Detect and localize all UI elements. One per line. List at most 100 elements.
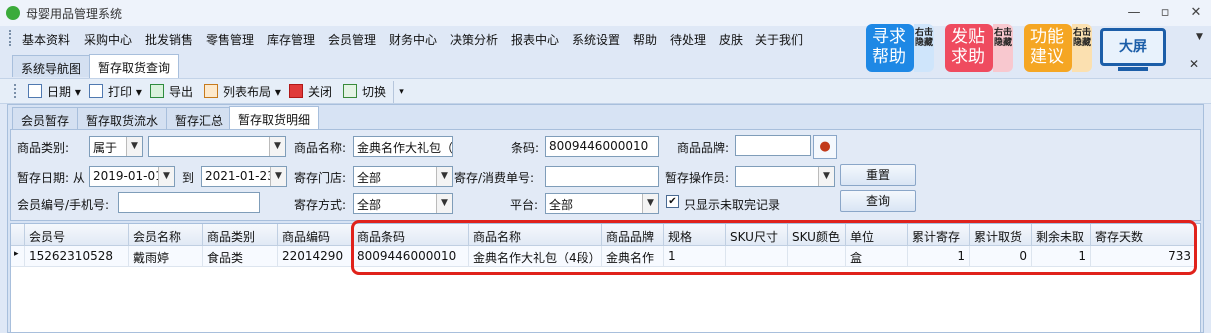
post-promo-button[interactable]: 发贴 求助: [945, 24, 993, 72]
platform-label: 平台:: [510, 198, 539, 212]
table-cell-member-no[interactable]: 15262310528: [25, 246, 129, 267]
menu-dropdown-icon[interactable]: ▼: [1196, 32, 1203, 42]
suggest-promo-text1: 功能: [1030, 27, 1064, 47]
col-member-name[interactable]: 会员名称: [129, 224, 203, 246]
post-promo-hide[interactable]: 右击隐藏: [993, 24, 1013, 72]
menu-skin[interactable]: 皮肤: [719, 31, 743, 48]
date-menu-button[interactable]: 日期 ▾: [47, 83, 81, 100]
col-member-no[interactable]: 会员号: [25, 224, 129, 246]
only-unpicked-label: 只显示未取完记录: [684, 198, 781, 212]
menu-wholesale[interactable]: 批发销售: [145, 31, 193, 48]
layout-menu-label: 列表布局: [223, 85, 272, 99]
brand-search-icon[interactable]: ●: [813, 135, 837, 159]
chevron-down-icon[interactable]: ▼: [436, 167, 452, 186]
menu-grip: [9, 30, 11, 46]
order-number-input[interactable]: [545, 166, 659, 187]
table-cell-product-code[interactable]: 22014290: [278, 246, 353, 267]
tab-storage-detail[interactable]: 暂存取货明细: [229, 106, 320, 130]
chevron-down-icon[interactable]: ▼: [158, 167, 174, 186]
suggest-promo-text2: 建议: [1030, 47, 1064, 67]
col-product-code[interactable]: 商品编码: [278, 224, 353, 246]
restore-button[interactable]: ▫: [1153, 4, 1177, 22]
title-bar: [0, 0, 1211, 26]
column-layout-icon: [204, 84, 218, 98]
chevron-down-icon[interactable]: ▼: [126, 137, 142, 156]
order-number-label: 寄存/消费单号:: [454, 171, 535, 185]
monitor-stand-icon: [1118, 67, 1148, 71]
member-input[interactable]: [118, 192, 260, 213]
reset-button[interactable]: 重置: [840, 164, 916, 186]
help-promo-text2: 帮助: [872, 47, 906, 67]
close-tab-icon[interactable]: ✕: [1189, 57, 1199, 71]
query-button[interactable]: 查询: [840, 190, 916, 212]
app-logo-icon: [6, 6, 20, 20]
table-cell-member-name[interactable]: 戴雨婷: [129, 246, 203, 267]
menu-settings[interactable]: 系统设置: [572, 31, 620, 48]
printer-icon: [89, 84, 103, 98]
excel-export-icon: [150, 84, 164, 98]
menu-member[interactable]: 会员管理: [328, 31, 376, 48]
post-promo-text2: 求助: [951, 47, 985, 67]
toolbar-overflow-icon[interactable]: ▾: [393, 81, 409, 103]
menu-inventory[interactable]: 库存管理: [267, 31, 315, 48]
category-select[interactable]: [148, 136, 286, 157]
menu-basic-data[interactable]: 基本资料: [22, 31, 70, 48]
barcode-label: 条码:: [511, 141, 540, 155]
chevron-down-icon[interactable]: ▼: [642, 194, 658, 213]
category-label: 商品类别:: [17, 141, 70, 155]
help-promo-text1: 寻求: [872, 27, 906, 47]
suggest-promo-button[interactable]: 功能 建议: [1024, 24, 1072, 72]
table-cell-category[interactable]: 食品类: [203, 246, 278, 267]
menu-finance[interactable]: 财务中心: [389, 31, 437, 48]
tab-member-storage[interactable]: 会员暂存: [12, 107, 79, 129]
brand-input[interactable]: [735, 135, 811, 156]
layout-menu-button[interactable]: 列表布局 ▾: [223, 83, 281, 100]
date-range-label: 暂存日期: 从: [17, 171, 85, 185]
menu-decision[interactable]: 决策分析: [450, 31, 498, 48]
grid-corner: [11, 224, 25, 246]
highlight-annotation-box: [351, 220, 1197, 275]
tab-storage-flow[interactable]: 暂存取货流水: [77, 107, 168, 129]
chevron-down-icon[interactable]: ▼: [436, 194, 452, 213]
export-button[interactable]: 导出: [169, 83, 193, 100]
help-promo-button[interactable]: 寻求 帮助: [866, 24, 914, 72]
operator-label: 暂存操作员:: [665, 171, 730, 185]
calendar-icon: [28, 84, 42, 98]
menu-about[interactable]: 关于我们: [755, 31, 803, 48]
window-title: 母婴用品管理系统: [26, 7, 123, 21]
brand-label: 商品品牌:: [677, 141, 730, 155]
col-category[interactable]: 商品类别: [203, 224, 278, 246]
chevron-down-icon[interactable]: ▼: [818, 167, 834, 186]
post-promo-text1: 发贴: [951, 27, 985, 47]
suggest-promo-hide[interactable]: 右击隐藏: [1072, 24, 1092, 72]
date-menu-label: 日期: [47, 85, 72, 99]
switch-button[interactable]: 切换: [362, 83, 386, 100]
barcode-input[interactable]: 8009446000010: [545, 136, 659, 157]
tab-storage-summary[interactable]: 暂存汇总: [166, 107, 233, 129]
toolbar-grip: [14, 84, 16, 98]
close-button[interactable]: 关闭: [308, 83, 332, 100]
chevron-down-icon[interactable]: ▼: [269, 137, 285, 156]
menu-retail[interactable]: 零售管理: [206, 31, 254, 48]
store-label: 寄存门店:: [294, 171, 347, 185]
date-to-label: 到: [182, 171, 195, 185]
print-menu-button[interactable]: 打印 ▾: [108, 83, 142, 100]
only-unpicked-checkbox[interactable]: ✔: [666, 195, 679, 208]
chevron-down-icon[interactable]: ▼: [270, 167, 286, 186]
member-label: 会员编号/手机号:: [17, 198, 110, 212]
menu-purchase[interactable]: 采购中心: [84, 31, 132, 48]
row-indicator-icon: ▸: [11, 246, 25, 267]
tab-storage-query[interactable]: 暂存取货查询: [89, 54, 180, 78]
minimize-button[interactable]: —: [1122, 4, 1146, 22]
switch-icon: [343, 84, 357, 98]
storage-method-label: 寄存方式:: [294, 198, 347, 212]
product-name-input[interactable]: 金典名作大礼包（: [353, 136, 453, 157]
menu-pending[interactable]: 待处理: [670, 31, 706, 48]
big-screen-button[interactable]: 大屏: [1100, 28, 1166, 66]
menu-help[interactable]: 帮助: [633, 31, 657, 48]
close-window-button[interactable]: ✕: [1184, 4, 1208, 22]
tab-nav-map[interactable]: 系统导航图: [12, 55, 91, 77]
menu-reports[interactable]: 报表中心: [511, 31, 559, 48]
help-promo-hide[interactable]: 右击隐藏: [914, 24, 934, 72]
print-menu-label: 打印: [108, 85, 133, 99]
